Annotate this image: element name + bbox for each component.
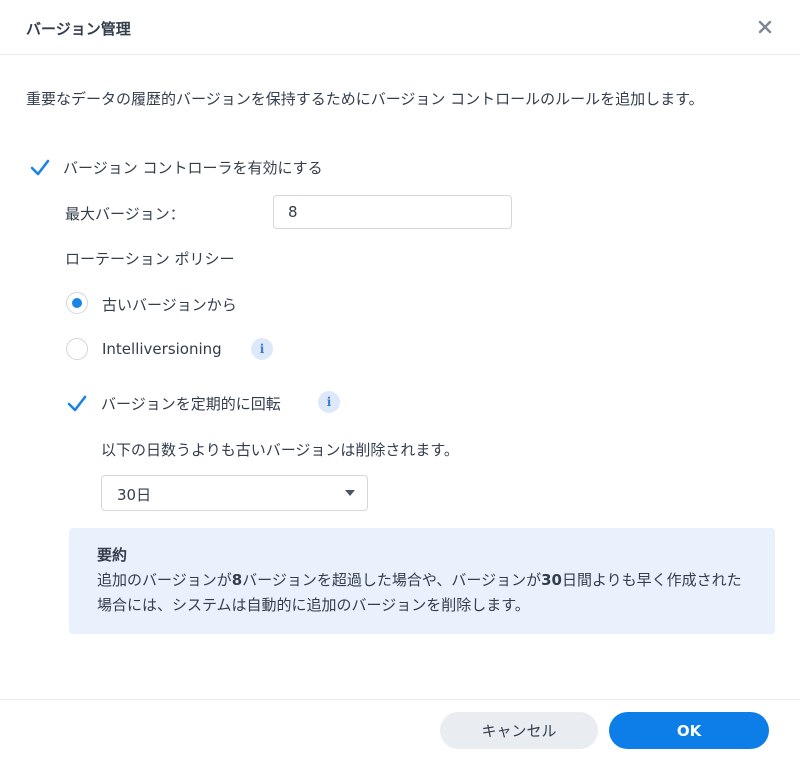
summary-max-versions: 8 (231, 571, 243, 589)
checkmark-icon (30, 159, 50, 176)
dialog-description: 重要なデータの履歴的バージョンを保持するためにバージョン コントロールのルールを… (26, 90, 704, 108)
radio-intelliversioning[interactable] (66, 338, 88, 360)
dialog-header: バージョン管理 (0, 0, 800, 55)
summary-title: 要約 (97, 546, 128, 564)
info-icon[interactable]: i (318, 391, 340, 413)
info-icon[interactable]: i (251, 338, 273, 360)
period-select-value: 30日 (117, 486, 152, 504)
periodic-rotation-checkbox[interactable] (67, 394, 87, 412)
rotation-policy-label: ローテーション ポリシー (65, 250, 235, 268)
chevron-down-icon (345, 490, 355, 496)
max-versions-label: 最大バージョン： (65, 205, 185, 223)
close-button[interactable] (752, 14, 778, 40)
radio-oldest-first[interactable] (66, 292, 88, 314)
summary-text-part: バージョンを超過した場合や、バージョンが (242, 571, 542, 589)
max-versions-input[interactable] (273, 195, 512, 229)
periodic-rotation-label: バージョンを定期的に回転 (101, 395, 281, 413)
enable-version-control-label: バージョン コントローラを有効にする (63, 159, 323, 177)
summary-text: 追加のバージョンが8バージョンを超過した場合や、バージョンが30日間よりも早く作… (97, 568, 747, 618)
dialog-footer: キャンセル OK (0, 699, 800, 765)
radio-intelliversioning-label: Intelliversioning (102, 340, 222, 358)
ok-button[interactable]: OK (609, 712, 769, 749)
radio-oldest-first-label: 古いバージョンから (102, 296, 237, 314)
summary-days: 30 (541, 571, 562, 589)
period-select[interactable]: 30日 (101, 475, 368, 511)
close-icon (758, 20, 772, 34)
dialog-title: バージョン管理 (26, 20, 131, 38)
cancel-button[interactable]: キャンセル (440, 712, 598, 749)
checkmark-icon (67, 395, 87, 412)
periodic-rotation-description: 以下の日数うよりも古いバージョンは削除されます。 (101, 441, 459, 459)
summary-text-part: 追加のバージョンが (97, 571, 232, 589)
enable-version-control-checkbox[interactable] (30, 158, 50, 176)
summary-box: 要約 追加のバージョンが8バージョンを超過した場合や、バージョンが30日間よりも… (69, 528, 775, 634)
